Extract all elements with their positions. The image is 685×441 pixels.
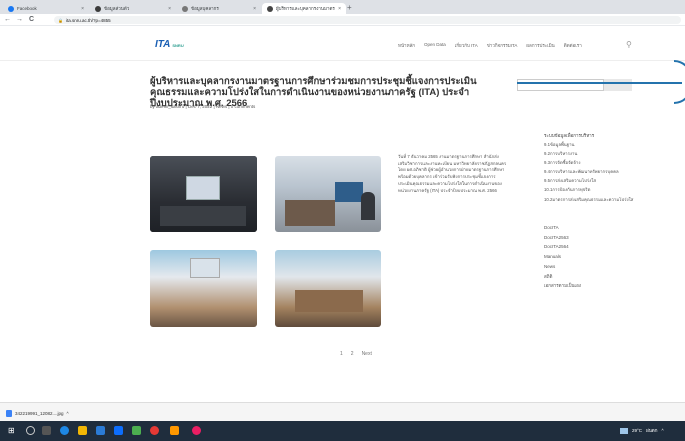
reload-button[interactable]: C (29, 15, 34, 25)
menu-item-about[interactable]: เกี่ยวกับ ITA (455, 42, 478, 49)
sidebar-search-button[interactable] (604, 79, 632, 91)
screen: Facebook × ข้อมูลส่วนตัว × ข้อมูลบุคลากร… (0, 0, 685, 441)
weather-icon[interactable] (620, 427, 628, 434)
annotation-arc (674, 60, 685, 104)
article-meta: by admin_itasnru | Dec 7, 2022 | News | … (150, 104, 256, 109)
close-icon[interactable]: × (253, 6, 256, 12)
category-link[interactable]: สถิติ (544, 272, 581, 282)
article-photo-2[interactable] (275, 156, 381, 232)
download-menu-chevron[interactable]: ^ (67, 411, 69, 416)
facebook-icon (8, 5, 14, 12)
tab-staff[interactable]: ข้อมูลบุคลากร × (177, 3, 261, 14)
edge-icon[interactable] (60, 426, 69, 435)
menu-item-results[interactable]: ผลการประเมิน (526, 42, 554, 49)
store-icon[interactable] (114, 426, 123, 435)
category-link[interactable]: News (544, 262, 581, 272)
app-icon[interactable] (170, 426, 179, 435)
meeting-table (295, 290, 363, 312)
menu-item-contact[interactable]: ติดต่อเรา (564, 42, 582, 49)
sidebar-link[interactable]: 9.3การจัดซื้อจัดจ้าง (544, 160, 644, 166)
download-shelf: 342219991_12082....jpg ^ (0, 402, 685, 421)
logo-subtext: SNRU (172, 43, 184, 48)
category-link[interactable]: Manuals (544, 252, 581, 262)
tab-personal[interactable]: ข้อมูลส่วนตัว × (90, 3, 176, 14)
category-link[interactable]: DocITA2564 (544, 242, 581, 252)
image-file-icon (6, 409, 12, 417)
tab-article[interactable]: ผู้บริหารและบุคลากรงานมาตรฐานการศึ × (262, 3, 346, 14)
sidebar-link[interactable]: 10.1การป้องกันการทุจริต (544, 187, 644, 193)
close-icon[interactable]: × (338, 6, 341, 12)
site-icon (267, 5, 273, 12)
monitor (335, 182, 363, 202)
menu-item-open-data[interactable]: Open Data (424, 42, 446, 49)
url-text: ita.snru.ac.th/?p=4855 (65, 17, 111, 23)
tab-title: Facebook (17, 6, 37, 11)
menu-item-home[interactable]: หน้าหลัก (398, 42, 415, 49)
file-explorer-icon[interactable] (78, 426, 87, 435)
sidebar-links: 9.1ข้อมูลพื้นฐาน 9.2การบริหารงาน 9.3การจ… (544, 142, 644, 206)
sidebar-search-input[interactable] (517, 79, 604, 91)
weather-temp[interactable]: 29°C (632, 428, 642, 433)
site-header: ITA SNRU หน้าหลัก Open Data เกี่ยวกับ ITA… (0, 27, 685, 61)
annotation-line (517, 82, 682, 84)
tab-title: ข้อมูลส่วนตัว (104, 6, 130, 11)
site-icon (182, 5, 188, 12)
system-tray: 29°C ฝนตก ^ (620, 427, 664, 434)
category-link[interactable]: DocITA2563 (544, 233, 581, 243)
new-tab-button[interactable]: + (347, 3, 352, 13)
tab-title: ข้อมูลบุคลากร (191, 6, 219, 11)
windows-start-icon[interactable]: ⊞ (8, 426, 17, 435)
page-1-link[interactable]: 1 (340, 351, 343, 357)
sidebar-link[interactable]: 9.5การส่งเสริมความโปร่งใส (544, 178, 644, 184)
logo-text: ITA (155, 39, 171, 50)
sidebar-link[interactable]: 9.1ข้อมูลพื้นฐาน (544, 142, 644, 148)
sidebar-link[interactable]: 9.4การบริหารและพัฒนาทรัพยากรบุคคล (544, 169, 644, 175)
article-photo-3[interactable] (150, 250, 257, 327)
category-link[interactable]: เอกสารตามเป็นเอง (544, 281, 581, 291)
desk (160, 206, 246, 226)
desk (285, 200, 335, 226)
os-taskbar: ⊞ 29°C ฝนตก ^ (0, 421, 685, 441)
weather-label: ฝนตก (646, 428, 658, 433)
main-menu: หน้าหลัก Open Data เกี่ยวกับ ITA ข่าวกิจ… (398, 42, 582, 49)
close-icon[interactable]: × (81, 6, 84, 12)
forward-button[interactable]: → (16, 15, 23, 25)
tab-facebook[interactable]: Facebook × (3, 3, 89, 14)
projector-screen (186, 176, 220, 200)
article-body: วันที่ 7 ธันวาคม 2565 งานมาตรฐานการศึกษา… (398, 154, 507, 193)
task-view-icon[interactable] (42, 426, 51, 435)
app-icon[interactable] (132, 426, 141, 435)
person (361, 192, 375, 220)
menu-item-news[interactable]: ข่าวกิจกรรมITA (487, 42, 518, 49)
next-page-link[interactable]: Next (362, 351, 372, 357)
download-item[interactable]: 342219991_12082....jpg ^ (6, 408, 69, 418)
sidebar-heading: ระบบข้อมูลเพื่อการบริหาร (544, 133, 595, 138)
browser-tab-strip: Facebook × ข้อมูลส่วนตัว × ข้อมูลบุคลากร… (0, 0, 685, 14)
sidebar-link[interactable]: 10.2มาตรการส่งเสริมคุณธรรมและความโปร่งใส (544, 197, 644, 203)
close-icon[interactable]: × (168, 6, 171, 12)
lock-icon: 🔒 (58, 17, 63, 23)
chrome-icon[interactable] (150, 426, 159, 435)
sidebar-categories: DocITA DocITA2563 DocITA2564 Manuals New… (544, 223, 581, 291)
category-link[interactable]: DocITA (544, 223, 581, 233)
page-2-link[interactable]: 2 (351, 351, 354, 357)
whiteboard (190, 258, 220, 278)
search-icon[interactable] (26, 426, 35, 435)
browser-toolbar: ← → C 🔒 ita.snru.ac.th/?p=4855 (0, 14, 685, 26)
sidebar-link[interactable]: 9.2การบริหารงาน (544, 151, 644, 157)
mail-icon[interactable] (96, 426, 105, 435)
tray-chevron[interactable]: ^ (661, 428, 663, 433)
back-button[interactable]: ← (4, 15, 11, 25)
site-icon (95, 5, 101, 12)
pagination: 1 2 Next (340, 351, 372, 357)
download-filename: 342219991_12082....jpg (15, 410, 64, 416)
app-icon[interactable] (192, 426, 201, 435)
tab-title: ผู้บริหารและบุคลากรงานมาตรฐานการศึ (276, 6, 335, 11)
search-icon[interactable]: ⚲ (626, 40, 632, 49)
site-logo[interactable]: ITA SNRU (155, 39, 184, 50)
article-photo-4[interactable] (275, 250, 381, 327)
article-photo-1[interactable] (150, 156, 257, 232)
address-bar[interactable]: 🔒 ita.snru.ac.th/?p=4855 (54, 16, 681, 24)
